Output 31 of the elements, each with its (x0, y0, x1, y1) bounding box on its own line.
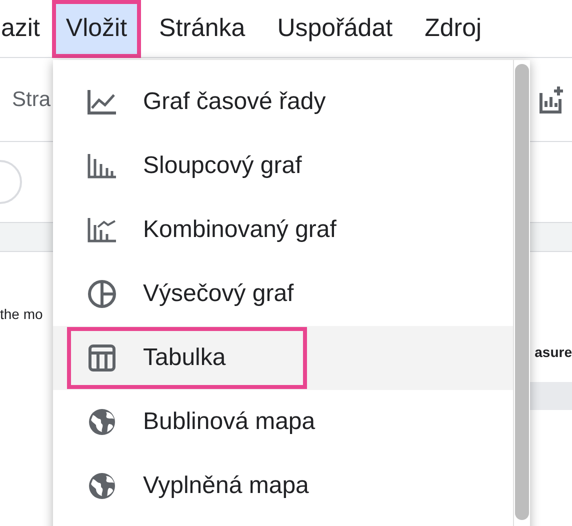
menu-item-label: Kombinovaný graf (143, 216, 336, 244)
combo-chart-icon (87, 217, 117, 243)
menu-item[interactable]: Bublinová mapa (53, 390, 513, 454)
menu-item-label: Bublinová mapa (143, 408, 316, 436)
menu-bar-item[interactable]: Stránka (145, 0, 260, 58)
menu-bar-item[interactable]: Uspořádat (263, 0, 407, 58)
add-chart-icon (538, 84, 564, 114)
menu-item-label: Tabulka (143, 344, 226, 372)
menu-bar-item[interactable]: Vložit (52, 0, 142, 58)
globe-icon (87, 471, 117, 501)
menu-bar-item[interactable]: azit (0, 0, 40, 58)
pie-chart-icon (87, 279, 117, 309)
menu-bar-item[interactable]: Zdroj (410, 0, 496, 58)
menu-item[interactable]: Tabulka (53, 326, 513, 390)
menu-item[interactable]: Vyplněná mapa (53, 454, 513, 518)
menu-item[interactable]: Sloupcový graf (53, 134, 513, 198)
menu-item-label: Výsečový graf (143, 280, 294, 308)
table-icon (88, 344, 116, 372)
menu-item[interactable]: Graf časové řady (53, 70, 513, 134)
scrollbar-thumb[interactable] (515, 64, 529, 520)
menu-item[interactable]: Výsečový graf (53, 262, 513, 326)
toolbar-label: Stra (12, 88, 51, 112)
column-label: asure (534, 344, 572, 360)
menu-item-label: Vyplněná mapa (143, 472, 309, 500)
menu-item-label: Graf časové řady (143, 88, 326, 116)
menu-item[interactable]: Kombinovaný graf (53, 198, 513, 262)
body-text: the mo (0, 306, 44, 322)
bar-chart-icon (87, 153, 117, 179)
globe-icon (87, 407, 117, 437)
menu-item-label: Sloupcový graf (143, 152, 302, 180)
line-chart-icon (87, 89, 117, 115)
